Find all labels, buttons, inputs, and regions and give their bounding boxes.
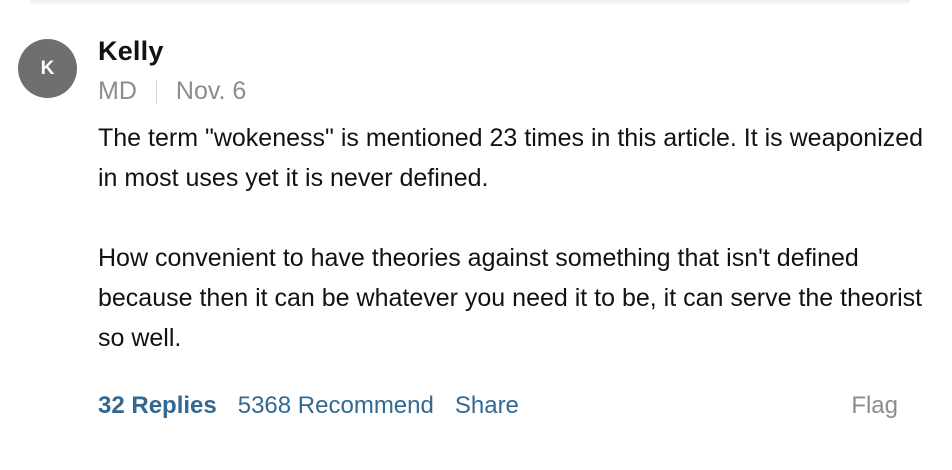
flag-button[interactable]: Flag [851, 392, 898, 420]
author-name[interactable]: Kelly [98, 36, 164, 67]
comment-card: K Kelly MD Nov. 6 The term "wokeness" is… [0, 0, 952, 470]
comment-meta: MD Nov. 6 [98, 77, 246, 106]
replies-button[interactable]: 32 Replies [98, 392, 217, 420]
recommend-button[interactable]: 5368 Recommend [238, 392, 434, 420]
top-divider [30, 0, 910, 6]
comment-paragraph: The term "wokeness" is mentioned 23 time… [98, 124, 924, 192]
comment-paragraph: How convenient to have theories against … [98, 244, 923, 352]
comment-actions: 32 Replies 5368 Recommend Share Flag [98, 389, 898, 423]
comment-body: The term "wokeness" is mentioned 23 time… [98, 118, 928, 358]
author-location: MD [98, 77, 137, 105]
comment-date: Nov. 6 [175, 77, 247, 105]
share-button[interactable]: Share [455, 392, 519, 420]
meta-separator [155, 79, 157, 104]
avatar[interactable]: K [18, 39, 77, 98]
avatar-initial: K [40, 57, 55, 79]
